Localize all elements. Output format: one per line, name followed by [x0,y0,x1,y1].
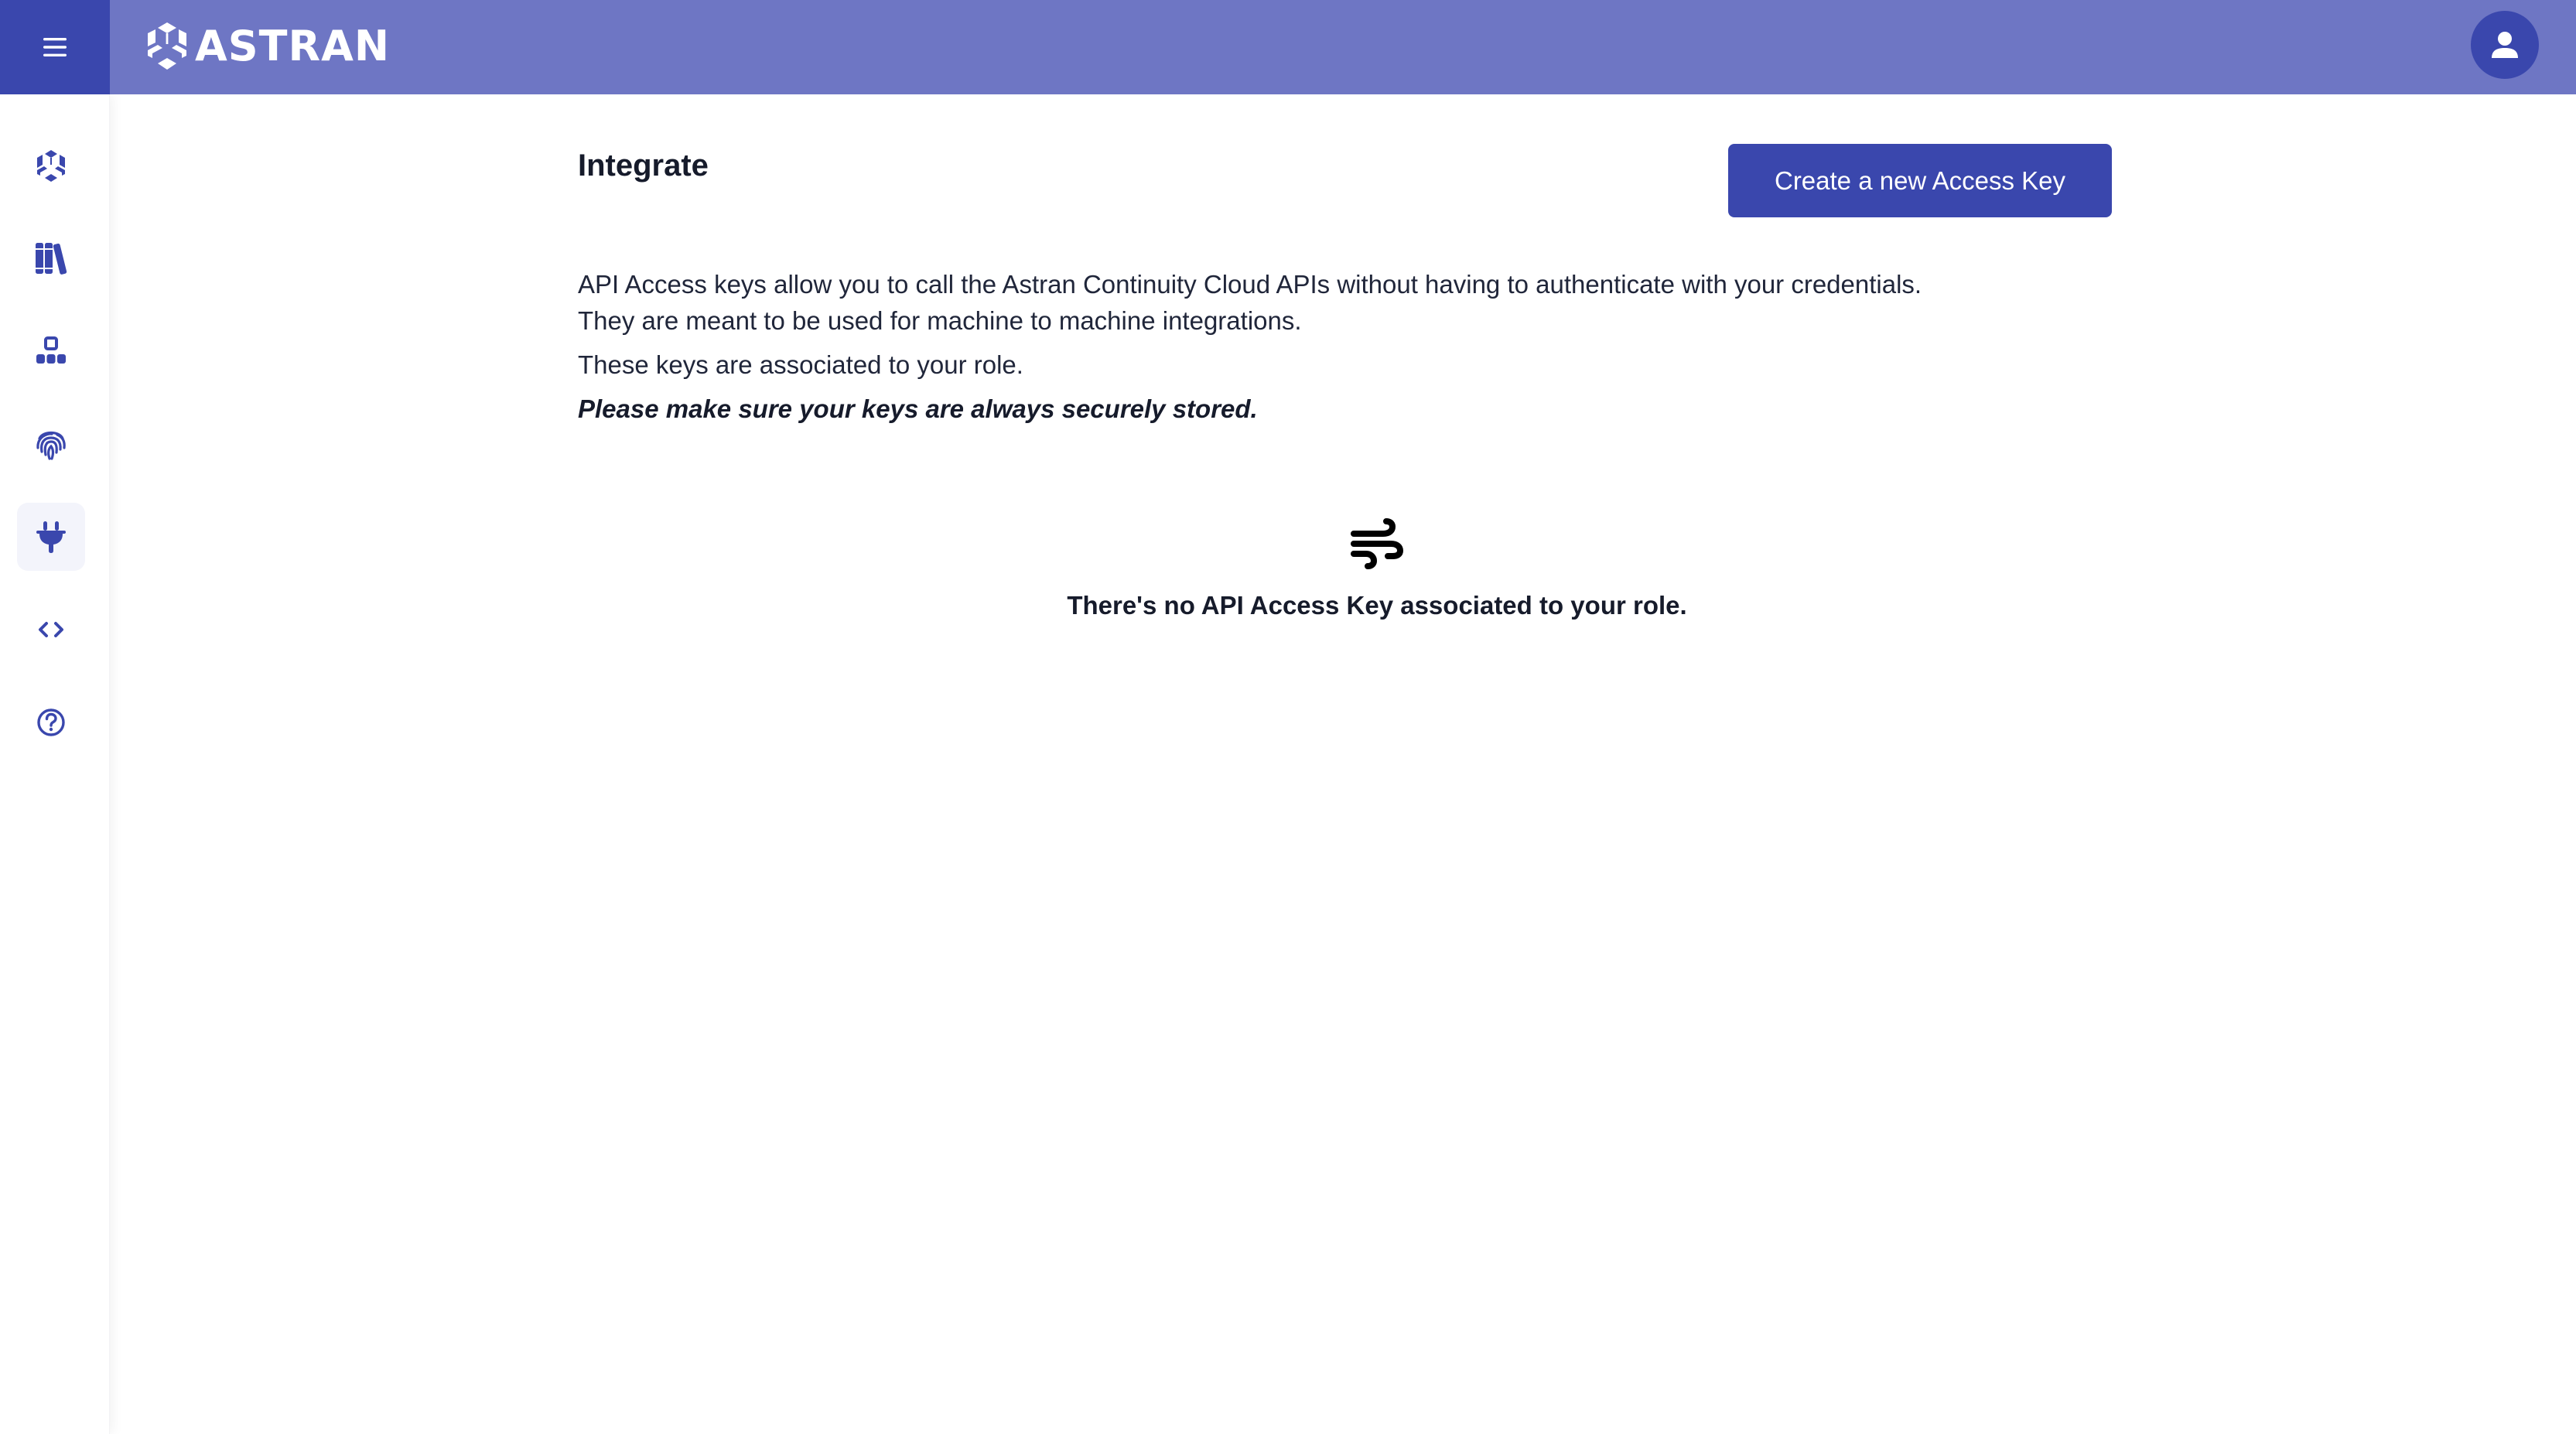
menu-toggle-button[interactable] [0,0,110,94]
sidebar-item-help[interactable] [17,688,85,756]
page-title: Integrate [578,149,709,183]
sidebar-nav [0,94,110,1434]
main-content: Integrate Create a new Access Key API Ac… [110,94,2576,1434]
astran-hexagon-logo-icon [148,22,186,70]
wind-icon [1351,518,1404,569]
sidebar-item-organization[interactable] [17,317,85,385]
description-line-2: They are meant to be used for machine to… [578,306,1302,335]
fingerprint-icon [36,431,66,460]
hierarchy-icon [36,336,66,364]
sidebar-item-library[interactable] [17,224,85,292]
sidebar-item-security[interactable] [17,410,85,478]
user-icon [2492,32,2518,58]
create-access-key-button[interactable]: Create a new Access Key [1728,144,2112,217]
brand-name: ASTRAN [195,22,391,70]
user-avatar-button[interactable] [2471,11,2539,79]
books-icon [36,243,67,275]
security-warning: Please make sure your keys are always se… [578,394,1258,423]
empty-state-message: There's no API Access Key associated to … [1067,591,1687,620]
sidebar-item-integrate[interactable] [17,503,85,571]
plug-icon [36,521,66,553]
sidebar-item-developer[interactable] [17,596,85,664]
top-header: ASTRAN [0,0,2576,94]
sidebar-item-home[interactable] [17,131,85,200]
help-circle-icon [37,708,65,736]
description-role-note: These keys are associated to your role. [578,350,1023,379]
hamburger-menu-icon [43,38,67,56]
brand-logo[interactable]: ASTRAN [145,19,390,74]
code-brackets-icon [39,622,63,637]
description-line-1: API Access keys allow you to call the As… [578,270,1922,299]
description-block: API Access keys allow you to call the As… [578,266,2125,427]
astran-hexagon-icon [37,150,65,182]
empty-state: There's no API Access Key associated to … [883,518,1871,620]
